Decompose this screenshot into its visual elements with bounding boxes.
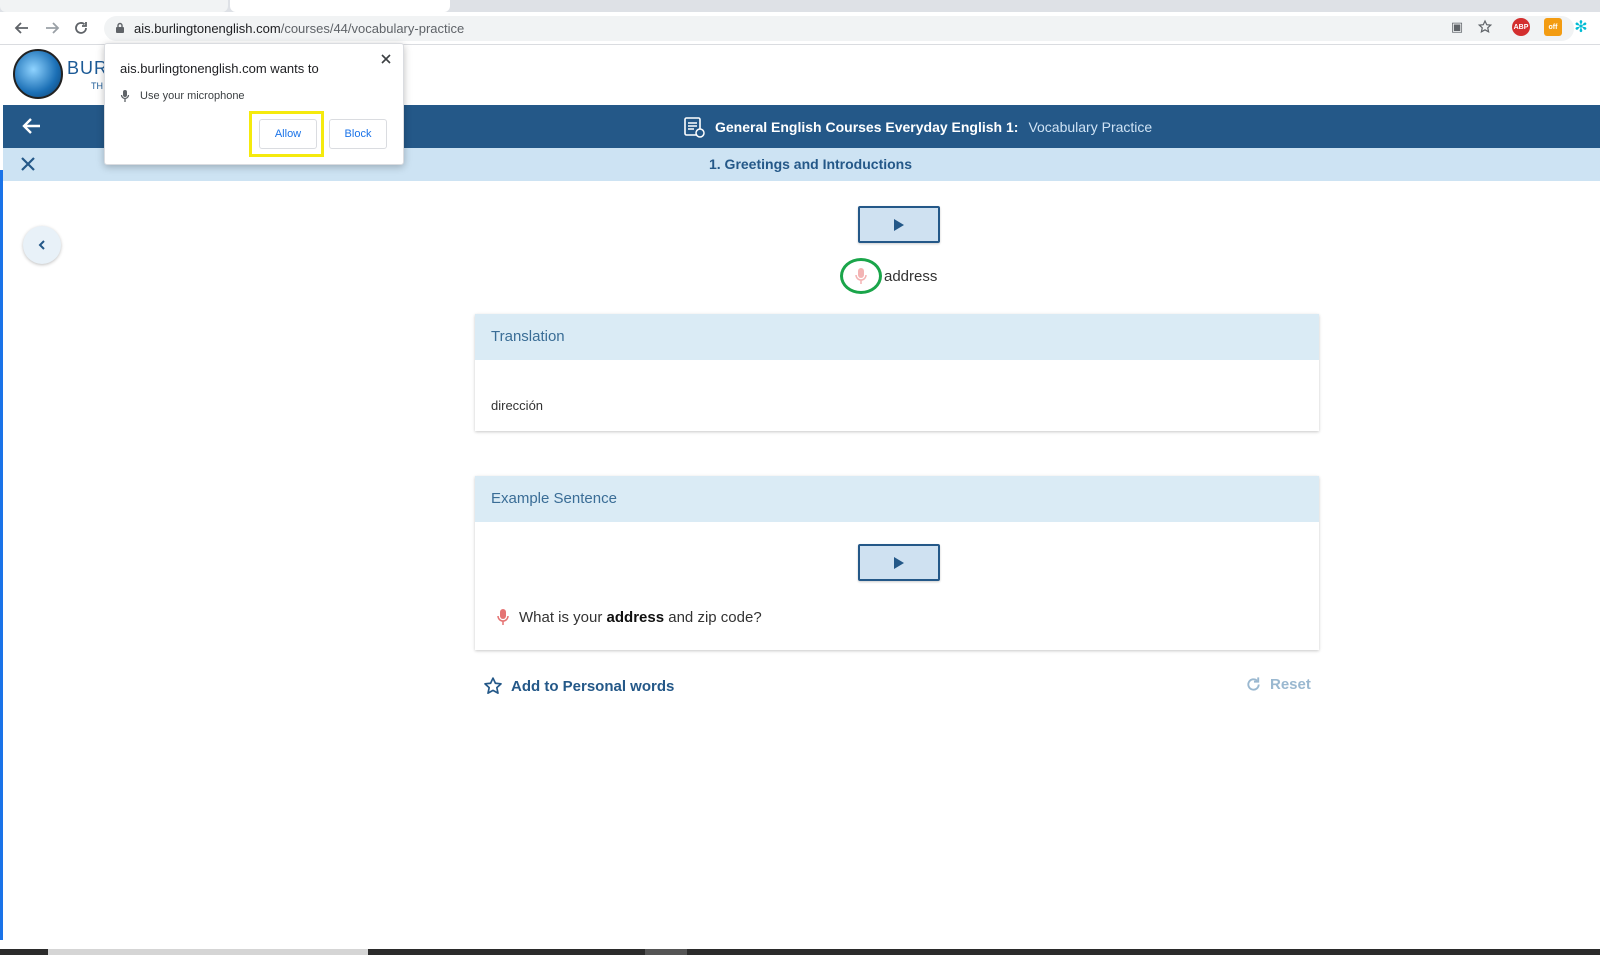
allow-button[interactable]: Allow bbox=[259, 119, 317, 149]
add-personal-label: Add to Personal words bbox=[511, 677, 675, 695]
window-edge bbox=[0, 170, 3, 940]
microphone-icon bbox=[120, 90, 130, 102]
example-sentence: What is your address and zip code? bbox=[497, 608, 762, 626]
taskbar-item[interactable] bbox=[645, 949, 687, 955]
sentence-mic-icon[interactable] bbox=[497, 608, 509, 626]
example-heading: Example Sentence bbox=[475, 476, 1319, 522]
forward-icon[interactable] bbox=[42, 18, 62, 38]
permission-request-text: Use your microphone bbox=[140, 90, 245, 102]
sentence-keyword: address bbox=[606, 608, 665, 626]
logo-globe-icon bbox=[13, 49, 63, 99]
play-icon bbox=[894, 218, 904, 231]
word-mic-button[interactable] bbox=[840, 258, 882, 294]
browser-toolbar: ais.burlingtonenglish.com/courses/44/voc… bbox=[0, 12, 1600, 45]
address-bar[interactable]: ais.burlingtonenglish.com/courses/44/voc… bbox=[104, 16, 1574, 41]
example-play-button[interactable] bbox=[858, 544, 940, 581]
play-icon bbox=[894, 556, 904, 569]
browser-tab-strip bbox=[0, 0, 1600, 12]
star-icon bbox=[484, 677, 502, 694]
translation-text: dirección bbox=[491, 398, 544, 413]
vocabulary-word: address bbox=[884, 267, 938, 285]
add-to-personal-words-button[interactable]: Add to Personal words bbox=[483, 676, 674, 696]
back-icon[interactable] bbox=[12, 18, 32, 38]
reload-icon[interactable] bbox=[71, 18, 91, 38]
word-row: address bbox=[840, 258, 937, 294]
back-arrow-icon[interactable] bbox=[21, 115, 43, 137]
translation-card: Translation dirección bbox=[475, 314, 1319, 431]
reset-label: Reset bbox=[1270, 676, 1311, 693]
permission-title: ais.burlingtonenglish.com wants to bbox=[120, 61, 319, 76]
browser-tab[interactable] bbox=[0, 0, 228, 12]
lock-icon bbox=[116, 22, 124, 33]
chevron-left-icon bbox=[38, 240, 45, 250]
url-text: ais.burlingtonenglish.com/courses/44/voc… bbox=[134, 21, 464, 36]
url-path: /courses/44/vocabulary-practice bbox=[280, 21, 465, 36]
previous-word-button[interactable] bbox=[23, 226, 61, 264]
react-devtools-icon[interactable]: ✻ bbox=[1572, 18, 1590, 36]
word-play-button[interactable] bbox=[858, 206, 940, 243]
sentence-before: What is your bbox=[519, 608, 603, 626]
section-name: Vocabulary Practice bbox=[1028, 119, 1153, 135]
course-title: General English Courses Everyday English… bbox=[683, 116, 1152, 138]
example-card: Example Sentence What is your address an… bbox=[475, 476, 1319, 650]
cast-icon[interactable]: ▣ bbox=[1448, 18, 1466, 36]
adblock-icon[interactable]: ABP bbox=[1512, 18, 1530, 36]
course-list-icon bbox=[684, 117, 705, 138]
url-host: ais.burlingtonenglish.com bbox=[134, 21, 281, 36]
microphone-permission-popup: ais.burlingtonenglish.com wants to Use y… bbox=[104, 43, 404, 165]
logo-subtext: TH bbox=[91, 81, 103, 91]
taskbar-item[interactable] bbox=[48, 949, 368, 955]
reset-icon bbox=[1247, 677, 1260, 691]
microphone-icon bbox=[855, 268, 867, 284]
close-icon[interactable] bbox=[379, 52, 393, 66]
taskbar-strip bbox=[0, 949, 1600, 955]
course-name: General English Courses Everyday English… bbox=[715, 119, 1019, 135]
translation-heading: Translation bbox=[475, 314, 1319, 360]
bookmark-star-icon[interactable] bbox=[1476, 18, 1494, 36]
block-button[interactable]: Block bbox=[329, 119, 387, 149]
sentence-after: and zip code? bbox=[668, 608, 762, 626]
extension-off-icon[interactable]: off bbox=[1544, 18, 1562, 36]
browser-tab-active[interactable] bbox=[230, 0, 450, 12]
permission-request: Use your microphone bbox=[120, 89, 245, 103]
reset-button[interactable]: Reset bbox=[1245, 676, 1311, 693]
